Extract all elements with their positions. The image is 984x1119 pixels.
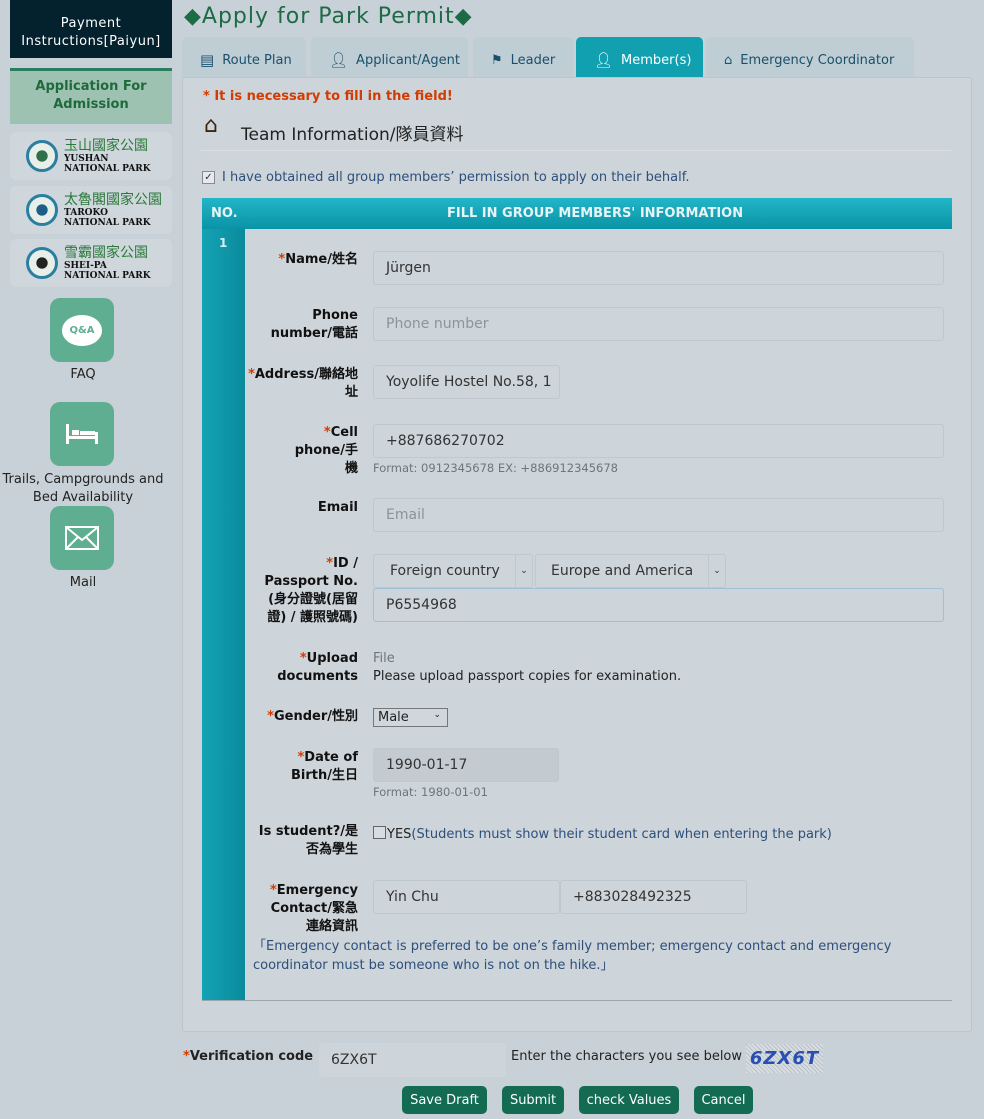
required-note: * It is necessary to fill in the field!: [203, 89, 453, 104]
tab-applicant-agent[interactable]: 👤︎ Applicant/Agent: [311, 37, 468, 77]
emergency-phone-input[interactable]: +883028492325: [560, 880, 747, 914]
park-name-en: TAROKO: [64, 207, 108, 218]
member-number: 1: [219, 236, 228, 250]
check-values-button[interactable]: check Values: [579, 1086, 679, 1114]
cancel-button[interactable]: Cancel: [694, 1086, 753, 1114]
flag-icon: ⚑: [491, 52, 503, 68]
park-name-cn: 玉山國家公園: [64, 137, 148, 154]
cell-phone-label: *Cell phone/手機: [294, 425, 358, 476]
yushan-logo: [26, 140, 58, 172]
park-name-en: NATIONAL PARK: [64, 217, 151, 228]
phone-label: Phone number/電話: [270, 308, 358, 341]
park-name-en: YUSHAN: [64, 153, 109, 164]
park-name-cn: 雪霸國家公園: [64, 244, 148, 261]
mail-icon[interactable]: [50, 506, 114, 570]
cell-phone-hint: Format: 0912345678 EX: +886912345678: [373, 461, 618, 475]
section-title: Team Information/隊員資料: [241, 125, 464, 145]
student-label: Is student?/是否為學生: [258, 824, 358, 857]
dob-label: *Date of Birth/生日: [291, 750, 358, 783]
tab-label: Emergency Coordinator: [740, 52, 895, 68]
name-input[interactable]: Jürgen: [373, 251, 944, 285]
bed-icon[interactable]: [50, 402, 114, 466]
tab-leader[interactable]: ⚑ Leader: [473, 37, 573, 77]
list-icon: ▤: [200, 51, 215, 69]
mail-link[interactable]: Mail: [2, 575, 164, 590]
id-region-select[interactable]: Europe and America ⌄: [535, 554, 726, 588]
address-input[interactable]: Yoyolife Hostel No.58, 1: [373, 365, 560, 399]
members-table-header: NO. FILL IN GROUP MEMBERS' INFORMATION: [202, 198, 952, 229]
id-type-select[interactable]: Foreign country ⌄: [373, 554, 533, 588]
trails-availability-link[interactable]: Trails, Campgrounds and Bed Availability: [2, 471, 164, 507]
gender-select[interactable]: Male ⌄: [373, 708, 448, 727]
application-for-admission-link[interactable]: Application For Admission: [10, 68, 172, 124]
phone-input[interactable]: Phone number: [373, 307, 944, 341]
gender-label: *Gender/性別: [267, 709, 358, 724]
header-info: FILL IN GROUP MEMBERS' INFORMATION: [447, 206, 744, 221]
park-name-en: SHEI-PA: [64, 260, 107, 271]
dob-hint: Format: 1980-01-01: [373, 785, 488, 799]
student-checkbox[interactable]: [373, 826, 386, 839]
chevron-down-icon: ⌄: [515, 555, 532, 587]
cell-phone-input[interactable]: +887686270702: [373, 424, 944, 458]
faq-link[interactable]: FAQ: [2, 367, 164, 382]
permission-label: I have obtained all group members’ permi…: [222, 170, 690, 185]
email-input[interactable]: Email: [373, 498, 944, 532]
emergency-note: 「Emergency contact is preferred to be on…: [253, 939, 892, 973]
id-number-input[interactable]: P6554968: [373, 588, 944, 622]
divider: [200, 150, 952, 151]
yushan-park-link[interactable]: 玉山國家公園 YUSHAN NATIONAL PARK: [10, 132, 172, 180]
verification-input[interactable]: 6ZX6T: [319, 1043, 506, 1077]
verification-label: *Verification code: [183, 1049, 314, 1064]
upload-label: *Upload documents: [277, 651, 358, 684]
user-icon: 👤︎: [329, 51, 349, 69]
sheipa-logo: [26, 247, 58, 279]
tab-label: Member(s): [621, 52, 692, 68]
submit-button[interactable]: Submit: [502, 1086, 564, 1114]
tab-members[interactable]: 👤︎ Member(s): [576, 37, 703, 77]
tab-emergency-coordinator[interactable]: ⌂ Emergency Coordinator: [706, 37, 914, 77]
tab-route-plan[interactable]: ▤ Route Plan: [182, 37, 306, 77]
chevron-down-icon: ⌄: [708, 555, 725, 587]
address-label: *Address/聯絡地址: [248, 367, 358, 400]
park-name-cn: 太魯閣國家公園: [64, 191, 162, 208]
save-draft-button[interactable]: Save Draft: [402, 1086, 487, 1114]
user-icon: 👤︎: [594, 51, 614, 69]
verification-hint: Enter the characters you see below: [511, 1049, 743, 1064]
taroko-logo: [26, 194, 58, 226]
name-label: *Name/姓名: [278, 252, 358, 267]
header-no: NO.: [211, 206, 238, 221]
home-icon: ⌂: [724, 52, 733, 68]
qa-bubble-icon[interactable]: Q&A: [50, 298, 114, 362]
id-passport-label: *ID / Passport No. (身分證號(居留證) / 護照號碼): [264, 556, 358, 625]
chevron-down-icon: ⌄: [433, 710, 441, 720]
email-label: Email: [317, 500, 358, 515]
sheipa-park-link[interactable]: 雪霸國家公園 SHEI-PA NATIONAL PARK: [10, 239, 172, 287]
permission-checkbox[interactable]: ✓: [202, 171, 215, 184]
upload-hint: Please upload passport copies for examin…: [373, 669, 682, 684]
captcha-image: 6ZX6T: [746, 1044, 823, 1073]
student-option: YES(Students must show their student car…: [387, 827, 832, 842]
table-bottom: [202, 1000, 952, 1001]
dob-input[interactable]: 1990-01-17: [373, 748, 559, 782]
taroko-park-link[interactable]: 太魯閣國家公園 TAROKO NATIONAL PARK: [10, 186, 172, 234]
tab-label: Leader: [510, 52, 556, 68]
emergency-name-input[interactable]: Yin Chu: [373, 880, 560, 914]
home-icon: ⌂: [204, 113, 218, 138]
park-name-en: NATIONAL PARK: [64, 163, 151, 174]
payment-instructions-link[interactable]: Payment Instructions[Paiyun]: [10, 0, 172, 58]
page-title: ◆Apply for Park Permit◆: [184, 4, 473, 29]
park-name-en: NATIONAL PARK: [64, 270, 151, 281]
tab-label: Applicant/Agent: [356, 52, 460, 68]
emergency-contact-label: *Emergency Contact/緊急連絡資訊: [269, 883, 358, 934]
tab-label: Route Plan: [222, 52, 292, 68]
file-upload-button[interactable]: File: [373, 651, 395, 666]
